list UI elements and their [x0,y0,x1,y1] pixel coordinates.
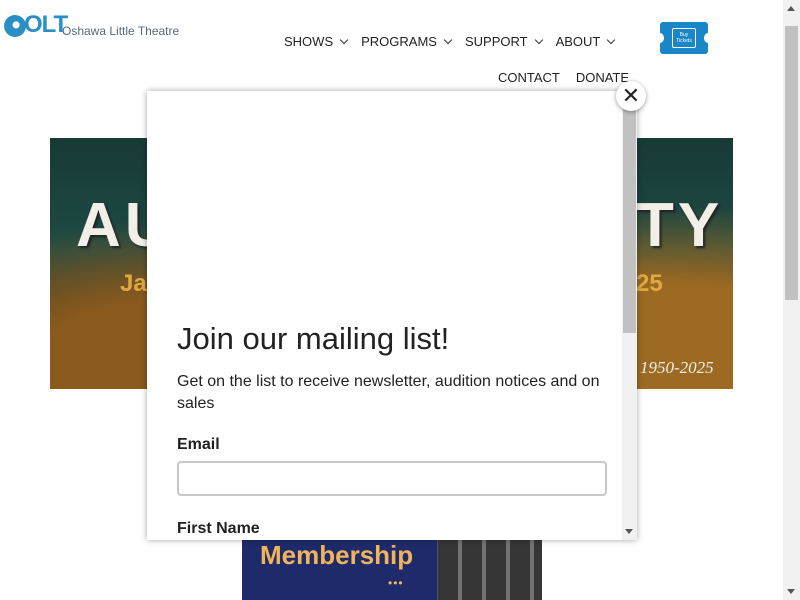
logo-letters: OLT [24,11,68,38]
scrollbar-thumb[interactable] [785,26,798,300]
page-scrollbar[interactable] [783,0,800,600]
close-button[interactable]: ✕ [616,81,646,111]
ticket-icon: Buy Tickets [672,28,696,48]
email-label: Email [177,436,220,453]
chevron-down-icon [534,35,543,44]
modal-description: Get on the list to receive newsletter, a… [177,373,600,412]
chevron-down-icon [339,35,349,44]
modal-scrollbar[interactable] [622,91,637,540]
nav-item-contact[interactable]: CONTACT [498,70,560,85]
olt-logo-mark: OLT [4,11,68,38]
logo-text: Oshawa Little Theatre [62,24,180,38]
first-name-label: First Name [177,520,260,537]
membership-banner[interactable]: Membership ••• [242,540,542,600]
nav-item-about[interactable]: ABOUT [555,34,616,49]
nav-item-shows[interactable]: SHOWS [284,34,349,49]
nav-label: SHOWS [284,34,334,49]
scroll-up-icon[interactable] [787,6,795,11]
scroll-down-icon[interactable] [787,589,795,594]
email-field[interactable] [177,461,607,496]
nav-label: SUPPORT [464,34,528,49]
main-nav: SHOWS PROGRAMS SUPPORT ABOUT [284,34,628,49]
mailing-list-modal: Join our mailing list! Get on the list t… [147,91,637,540]
modal-scrollbar-thumb[interactable] [623,105,636,333]
nav-item-support[interactable]: SUPPORT [464,34,543,49]
nav-label: ABOUT [555,34,601,49]
theatre-seats-image [438,540,542,600]
chevron-down-icon [607,35,616,44]
chevron-down-icon [443,35,453,44]
membership-dots: ••• [388,576,404,590]
logo-circle-icon [4,15,26,37]
hero-title-right: TY [636,191,724,260]
nav-item-programs[interactable]: PROGRAMS [361,34,453,49]
buy-tickets-button[interactable]: Buy Tickets [656,22,712,54]
membership-title: Membership [260,540,414,570]
modal-title: Join our mailing list! [177,321,450,356]
site-logo[interactable]: OLT Oshawa Little Theatre [4,11,180,38]
hero-subtitle-left: Ja [120,270,147,297]
scroll-down-icon[interactable] [625,529,633,534]
hero-years: 1950-2025 [640,358,714,377]
nav-label: PROGRAMS [361,34,437,49]
secondary-nav: CONTACT DONATE [498,70,629,85]
hero-subtitle-right: 25 [636,270,663,297]
